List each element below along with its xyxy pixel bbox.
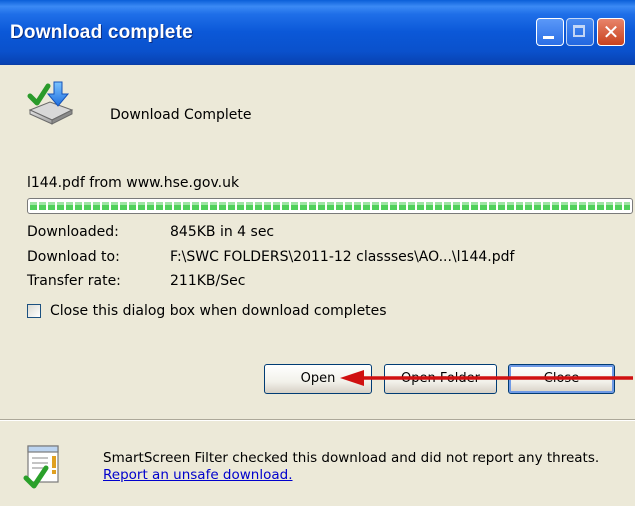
download-to-value: F:\SWC FOLDERS\2011-12 classses\AO...\l1…	[170, 249, 515, 265]
maximize-button	[566, 18, 594, 46]
downloaded-label: Downloaded:	[27, 224, 119, 240]
close-button[interactable]: Close	[508, 364, 615, 394]
progress-fill	[30, 202, 630, 210]
window-title: Download complete	[10, 22, 193, 43]
close-on-complete-label[interactable]: Close this dialog box when download comp…	[50, 303, 387, 319]
file-source-label: l144.pdf from www.hse.gov.uk	[27, 175, 240, 191]
smartscreen-text: SmartScreen Filter checked this download…	[103, 450, 600, 466]
transfer-rate-value: 211KB/Sec	[170, 273, 246, 289]
download-to-label: Download to:	[27, 249, 120, 265]
title-bar[interactable]: Download complete ✕	[0, 0, 635, 65]
close-icon: ✕	[602, 20, 620, 44]
report-unsafe-link[interactable]: Report an unsafe download.	[103, 467, 293, 483]
smartscreen-message: SmartScreen Filter checked this download…	[103, 450, 603, 484]
smartscreen-shield-icon	[23, 445, 59, 489]
open-folder-button[interactable]: Open Folder	[384, 364, 497, 394]
download-progress-bar	[27, 198, 633, 214]
footer-divider-highlight	[0, 420, 635, 421]
title-close-button[interactable]: ✕	[597, 18, 625, 46]
minimize-button[interactable]	[536, 18, 564, 46]
transfer-rate-label: Transfer rate:	[27, 273, 121, 289]
downloaded-value: 845KB in 4 sec	[170, 224, 275, 240]
download-complete-dialog: Download complete ✕ Download Complete l1…	[0, 0, 635, 506]
open-button[interactable]: Open	[264, 364, 372, 394]
download-status-heading: Download Complete	[110, 107, 252, 123]
close-on-complete-checkbox[interactable]	[27, 304, 41, 318]
download-complete-icon	[27, 81, 74, 125]
